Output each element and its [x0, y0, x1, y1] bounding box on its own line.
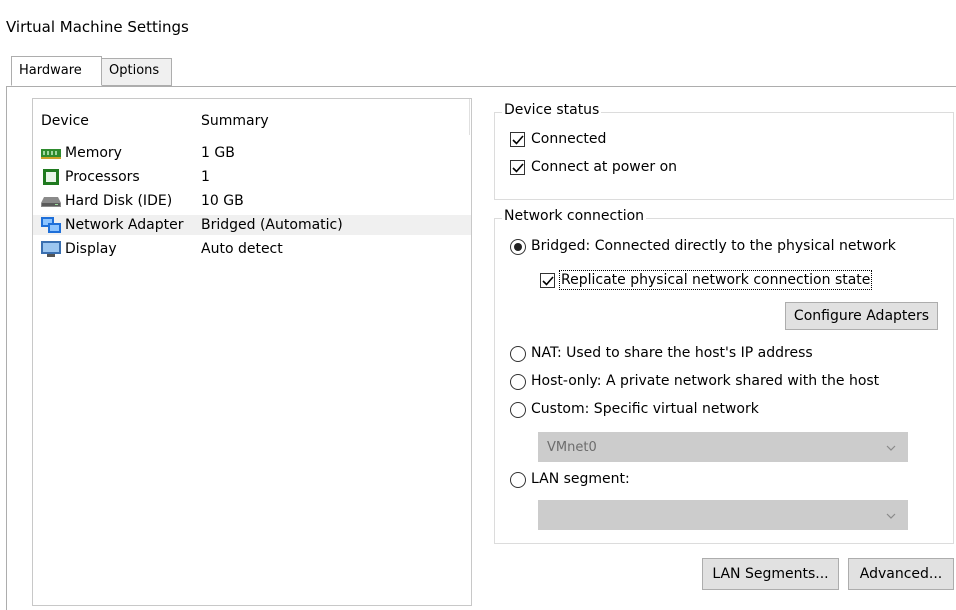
replicate-checkbox[interactable]	[540, 273, 555, 288]
host-only-label[interactable]: Host-only: A private network shared with…	[531, 373, 879, 389]
lan-segment-select[interactable]	[538, 500, 908, 530]
window-title: Virtual Machine Settings	[6, 18, 189, 36]
device-status-group	[494, 112, 954, 200]
memory-icon	[41, 145, 61, 161]
advanced-button[interactable]: Advanced...	[848, 558, 954, 590]
host-only-radio[interactable]	[510, 374, 526, 390]
device-summary: Bridged (Automatic)	[201, 217, 343, 233]
network-adapter-icon	[41, 217, 61, 233]
tab-options[interactable]: Options	[101, 58, 172, 86]
lan-segments-button[interactable]: LAN Segments...	[702, 558, 839, 590]
check-icon	[542, 276, 554, 286]
lan-segment-label[interactable]: LAN segment:	[531, 471, 630, 487]
device-summary: 1 GB	[201, 145, 235, 161]
custom-label[interactable]: Custom: Specific virtual network	[531, 401, 759, 417]
column-header-device[interactable]: Device	[41, 113, 89, 129]
chevron-down-icon	[886, 445, 896, 451]
device-list[interactable]: Device Summary Memory 1 GB Processors 1 …	[32, 98, 472, 606]
check-icon	[512, 163, 524, 173]
device-name: Display	[65, 241, 117, 257]
list-item-network-adapter[interactable]: Network Adapter Bridged (Automatic)	[33, 215, 471, 235]
custom-radio[interactable]	[510, 402, 526, 418]
device-status-title: Device status	[502, 102, 602, 118]
bridged-label[interactable]: Bridged: Connected directly to the physi…	[531, 238, 896, 254]
device-name: Hard Disk (IDE)	[65, 193, 173, 209]
bridged-radio[interactable]	[510, 239, 526, 255]
connect-at-power-on-checkbox[interactable]	[510, 160, 525, 175]
connected-label[interactable]: Connected	[531, 131, 606, 147]
list-item-memory[interactable]: Memory 1 GB	[33, 143, 471, 163]
device-summary: 1	[201, 169, 210, 185]
device-summary: Auto detect	[201, 241, 283, 257]
lan-segment-radio[interactable]	[510, 472, 526, 488]
column-divider	[469, 99, 470, 135]
network-connection-title: Network connection	[502, 208, 647, 224]
connect-at-power-on-label[interactable]: Connect at power on	[531, 159, 677, 175]
chevron-down-icon	[886, 513, 896, 519]
connected-checkbox[interactable]	[510, 132, 525, 147]
nat-radio[interactable]	[510, 346, 526, 362]
replicate-label[interactable]: Replicate physical network connection st…	[558, 270, 873, 290]
configure-adapters-button[interactable]: Configure Adapters	[785, 302, 938, 330]
list-item-hard-disk[interactable]: Hard Disk (IDE) 10 GB	[33, 191, 471, 211]
tab-strip: Hardware Options	[0, 56, 956, 86]
list-item-display[interactable]: Display Auto detect	[33, 239, 471, 259]
processor-icon	[41, 169, 61, 185]
device-name: Network Adapter	[65, 217, 184, 233]
device-summary: 10 GB	[201, 193, 244, 209]
display-icon	[41, 241, 61, 257]
custom-network-select[interactable]: VMnet0	[538, 432, 908, 462]
custom-network-value: VMnet0	[547, 440, 597, 455]
device-name: Processors	[65, 169, 140, 185]
list-item-processors[interactable]: Processors 1	[33, 167, 471, 187]
column-header-summary[interactable]: Summary	[201, 113, 269, 129]
device-name: Memory	[65, 145, 122, 161]
check-icon	[512, 135, 524, 145]
tab-hardware[interactable]: Hardware	[11, 56, 102, 86]
hard-disk-icon	[41, 193, 61, 209]
nat-label[interactable]: NAT: Used to share the host's IP address	[531, 345, 813, 361]
